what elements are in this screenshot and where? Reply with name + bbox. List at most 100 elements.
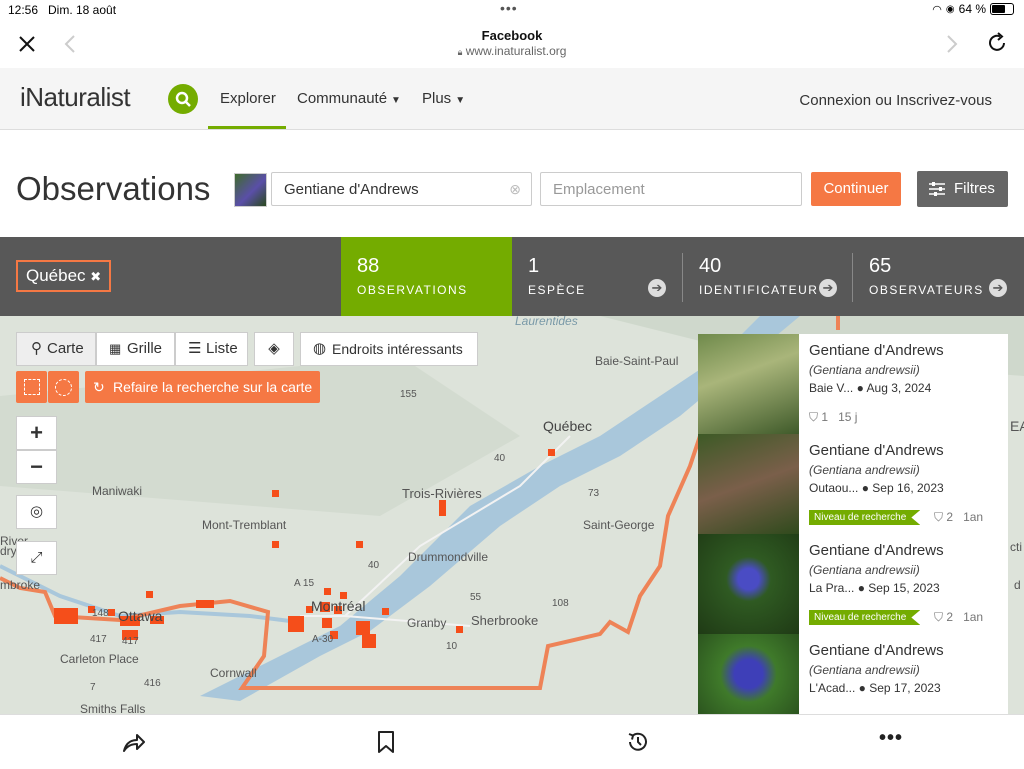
observation-common-name[interactable]: Gentiane d'Andrews [809,442,944,459]
stat-observations-label: OBSERVATIONS [357,283,468,297]
list-icon: ☰ [188,340,202,357]
redo-search-button[interactable]: ↻ Refaire la recherche sur la carte [85,371,320,403]
locate-button[interactable]: ◎ [16,495,57,529]
remove-place-icon[interactable]: ✖ [90,269,101,284]
nav-search-button[interactable] [168,84,198,114]
road-shield: 416 [144,678,161,689]
observation-common-name[interactable]: Gentiane d'Andrews [809,642,944,659]
map-label-ea: EA [1010,418,1024,434]
road-shield: 108 [552,598,569,609]
observation-card[interactable]: Gentiane d'Andrews (Gentiana andrewsii) … [698,434,1008,535]
tab-liste[interactable]: ☰ Liste [175,332,248,366]
tab-grille[interactable]: ▦ Grille [96,332,175,366]
filters-label: Filtres [954,180,995,197]
url-text: www.inaturalist.org [465,44,567,58]
place-chip[interactable]: Québec ✖ [16,260,112,292]
chevron-down-icon: ▼ [391,95,401,106]
road-shield: 417 [122,636,139,647]
tab-carte-label: Carte [47,340,84,357]
status-time: 12:56 [8,3,39,17]
id-badge-icon: ⛉ [934,510,944,524]
inaturalist-logo[interactable]: iNaturalist [20,82,131,113]
bookmark-icon[interactable] [373,729,399,755]
nav-plus[interactable]: Plus ▼ [422,90,465,107]
multitask-dots-icon[interactable]: ••• [500,0,518,16]
map-label-cornwall: Cornwall [210,666,257,680]
nav-explorer[interactable]: Explorer [220,90,276,107]
tab-carte[interactable]: ⚲ Carte [16,332,96,366]
observation-common-name[interactable]: Gentiane d'Andrews [809,542,944,559]
browser-bottom-toolbar: ••• [0,714,1024,769]
browser-title: Facebook [481,28,543,43]
zoom-out-button[interactable]: − [16,450,57,484]
map-label-drummondville: Drummondville [408,550,489,564]
map-label-trois-rivieres: Trois-Rivières [402,486,482,501]
battery-percent: 64 % [958,2,986,16]
road-shield: 7 [90,682,96,693]
stat-identifiers-count: 40 [699,255,722,277]
observation-photo[interactable] [698,434,799,534]
reload-icon[interactable] [986,32,1008,54]
taxon-input[interactable]: Gentiane d'Andrews ⊗ [271,172,532,206]
observation-common-name[interactable]: Gentiane d'Andrews [809,342,944,359]
observation-scientific-name: (Gentiana andrewsii) [809,363,920,377]
observation-photo[interactable] [698,334,799,434]
observation-card[interactable]: Gentiane d'Andrews (Gentiana andrewsii) … [698,534,1008,635]
clear-icon[interactable]: ⊗ [509,181,521,198]
map-label-granby: Granby [407,616,447,630]
active-nav-indicator [208,126,286,129]
more-icon[interactable]: ••• [879,727,903,750]
draw-circle-button[interactable] [48,371,79,403]
forward-icon[interactable] [946,34,958,54]
wifi-icon: ◠ [932,3,942,16]
fullscreen-button[interactable]: ⤢ [16,541,57,575]
map-label-montreal: Montréal [311,598,366,614]
draw-rectangle-button[interactable] [16,371,47,403]
share-icon[interactable] [121,729,147,755]
map-label-d: d [1014,578,1021,592]
map-label-ottawa: Ottawa [118,608,163,624]
filters-button[interactable]: Filtres [917,171,1008,207]
observation-photo[interactable] [698,534,799,634]
stat-observers-label: OBSERVATEURS [869,283,984,297]
observation-ids: ⛉ 2 1an [934,510,984,524]
observation-meta: Baie V... ● Aug 3, 2024 [809,381,932,395]
layers-button[interactable]: ◈ [254,332,294,366]
observation-card[interactable]: Gentiane d'Andrews (Gentiana andrewsii) … [698,634,1008,715]
research-grade-badge: Niveau de recherche [809,510,921,525]
zoom-in-button[interactable]: + [16,416,57,450]
redo-search-label: Refaire la recherche sur la carte [113,379,313,395]
observation-card[interactable]: Gentiane d'Andrews (Gentiana andrewsii) … [698,334,1008,435]
fullscreen-icon: ⤢ [30,549,43,566]
places-of-interest-button[interactable]: ◍ Endroits intéressants [300,332,478,366]
road-shield: 417 [90,634,107,645]
stat-observations[interactable]: 88 OBSERVATIONS [341,237,512,316]
road-shield: 55 [470,592,482,603]
observation-scientific-name: (Gentiana andrewsii) [809,463,920,477]
taxon-input-value: Gentiane d'Andrews [284,181,419,198]
road-shield: 155 [400,389,417,400]
stat-species-label: ESPÈCE [528,283,586,297]
observation-photo[interactable] [698,634,799,714]
nav-communaute[interactable]: Communauté ▼ [297,90,401,107]
road-shield: 10 [446,641,458,652]
map-label-carleton-place: Carleton Place [60,652,139,666]
map-label-maniwaki: Maniwaki [92,484,143,498]
login-link[interactable]: Connexion ou Inscrivez-vous [799,92,992,109]
browser-url: 🔒︎ www.inaturalist.org [0,44,1024,58]
stat-species[interactable]: 1 ESPÈCE ➔ [512,237,682,316]
stat-observers[interactable]: 65 OBSERVATEURS ➔ [853,237,1024,316]
history-icon[interactable] [625,729,651,755]
map-label-baie-saint-paul: Baie-Saint-Paul [595,354,679,368]
road-shield: 40 [368,560,380,571]
stat-identifiers[interactable]: 40 IDENTIFICATEURS ➔ [683,237,853,316]
observation-meta: La Pra... ● Sep 15, 2023 [809,581,940,595]
grid-icon: ▦ [109,341,122,356]
sliders-icon [929,182,945,196]
rectangle-select-icon [24,379,40,395]
map-label-cti: cti [1010,540,1022,554]
place-input[interactable]: Emplacement [540,172,802,206]
search-icon [175,91,191,107]
continue-button[interactable]: Continuer [811,172,901,206]
stat-identifiers-label: IDENTIFICATEURS [699,283,819,297]
